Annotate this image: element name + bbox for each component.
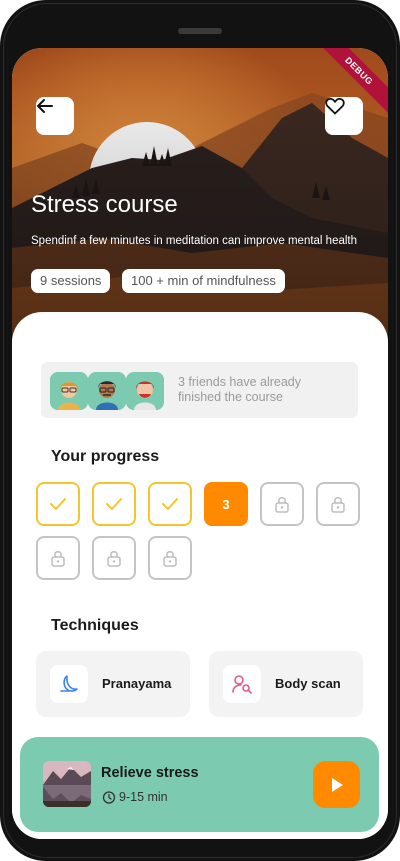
friends-card: 3 friends have already finished the cour… — [41, 362, 358, 418]
play-button[interactable] — [313, 761, 360, 808]
moon-icon — [60, 675, 78, 692]
phone-speaker — [178, 28, 222, 34]
play-icon — [331, 777, 343, 792]
course-subtitle: Spendinf a few minutes in meditation can… — [31, 235, 358, 247]
arrow-left-icon — [37, 99, 53, 113]
technique-card-pranayama[interactable]: Pranayama — [36, 651, 190, 717]
track-thumbnail — [43, 761, 91, 807]
lock-icon — [275, 497, 289, 513]
friends-finished-text: 3 friends have already finished the cour… — [178, 375, 301, 404]
now-playing-bar[interactable]: Relieve stress 9-15 min — [20, 737, 379, 832]
session-step-locked[interactable] — [316, 482, 360, 526]
checkmark-icon — [162, 498, 178, 510]
person-avatar-icon — [50, 372, 88, 410]
friend-avatar — [88, 372, 126, 410]
checkmark-icon — [50, 498, 66, 510]
friend-avatar — [126, 372, 164, 410]
person-avatar-icon — [88, 372, 126, 410]
lock-icon — [163, 551, 177, 567]
lock-icon — [107, 551, 121, 567]
favorite-button[interactable] — [325, 97, 363, 135]
session-step-current[interactable]: 3 — [204, 482, 248, 526]
sessions-chip: 9 sessions — [31, 269, 111, 293]
heart-icon — [325, 97, 345, 115]
course-title: Stress course — [31, 191, 178, 218]
session-step-completed[interactable] — [148, 482, 192, 526]
mountain-lake-image — [43, 761, 91, 807]
user-search-icon — [232, 675, 252, 694]
session-step-locked[interactable] — [36, 536, 80, 580]
friend-avatar — [50, 372, 88, 410]
phone-frame: DEBUG Stress course Spendinf a few minut… — [0, 0, 400, 861]
minutes-chip: 100 + min of mindfulness — [122, 269, 285, 293]
session-step-completed[interactable] — [92, 482, 136, 526]
session-step-locked[interactable] — [148, 536, 192, 580]
progress-heading: Your progress — [51, 448, 160, 465]
hero-banner: DEBUG Stress course Spendinf a few minut… — [12, 48, 388, 348]
person-avatar-icon — [126, 372, 164, 410]
technique-card-body-scan[interactable]: Body scan — [209, 651, 363, 717]
technique-icon-box — [50, 665, 88, 703]
track-duration: 9-15 min — [119, 790, 168, 804]
technique-icon-box — [223, 665, 261, 703]
track-title: Relieve stress — [101, 765, 199, 781]
techniques-heading: Techniques — [51, 617, 139, 634]
app-screen: DEBUG Stress course Spendinf a few minut… — [12, 48, 388, 839]
checkmark-icon — [106, 498, 122, 510]
technique-label: Pranayama — [102, 676, 172, 691]
lock-icon — [51, 551, 65, 567]
session-step-locked[interactable] — [260, 482, 304, 526]
session-step-locked[interactable] — [92, 536, 136, 580]
session-step-completed[interactable] — [36, 482, 80, 526]
timer-icon — [102, 791, 116, 804]
lock-icon — [331, 497, 345, 513]
technique-label: Body scan — [275, 676, 341, 691]
back-button[interactable] — [36, 97, 74, 135]
